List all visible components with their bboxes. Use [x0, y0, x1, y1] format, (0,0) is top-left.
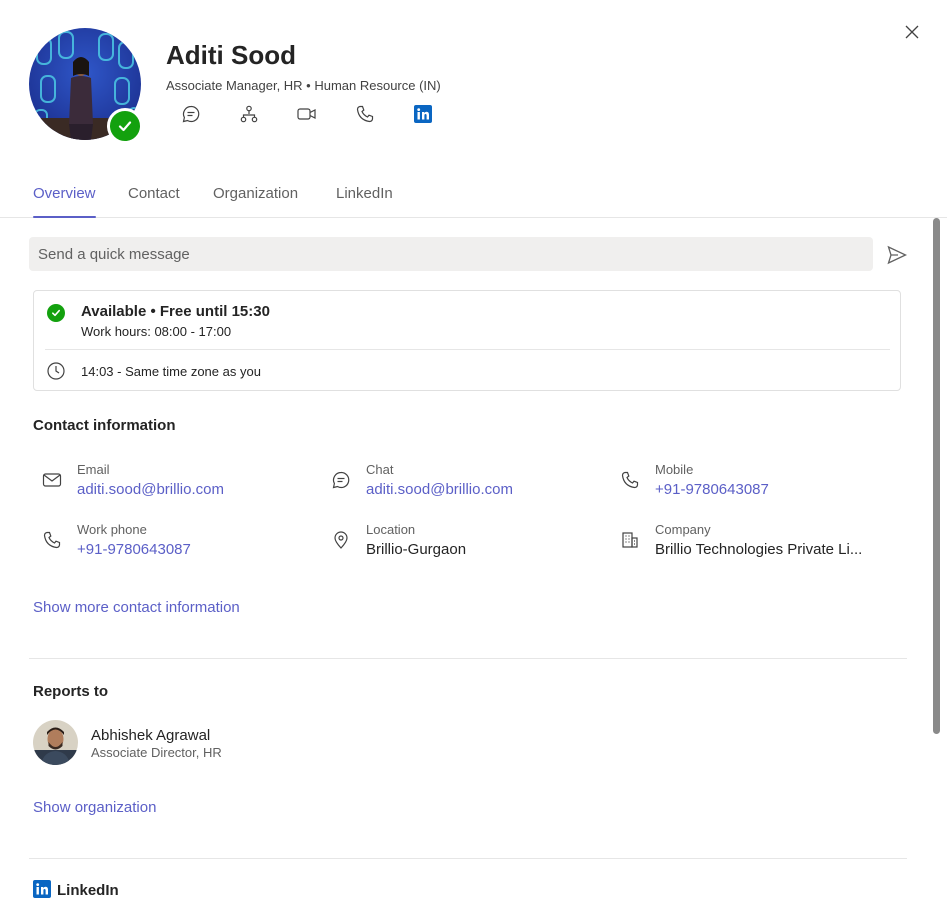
work-phone-link[interactable]: +91-9780643087 — [77, 541, 191, 558]
contact-label: Chat — [366, 462, 394, 477]
contact-label: Work phone — [77, 522, 147, 537]
contact-location: Location Brillio-Gurgaon — [331, 522, 591, 566]
phone-icon[interactable] — [354, 103, 376, 125]
tab-overview[interactable]: Overview — [33, 178, 96, 218]
manager-avatar[interactable] — [33, 720, 78, 765]
available-status-icon — [47, 304, 65, 322]
location-pin-icon — [334, 531, 348, 549]
close-button[interactable] — [900, 20, 924, 44]
tab-bar: Overview Contact Organization LinkedIn — [0, 178, 947, 218]
clock-icon — [47, 362, 65, 380]
tab-contact[interactable]: Contact — [128, 178, 180, 218]
quick-message-input[interactable] — [29, 237, 873, 271]
manager-title: Associate Director, HR — [91, 745, 222, 760]
contact-company: Company Brillio Technologies Private Li.… — [620, 522, 880, 566]
work-hours: Work hours: 08:00 - 17:00 — [81, 324, 232, 339]
send-button[interactable] — [886, 244, 908, 266]
profile-name: Aditi Sood — [166, 40, 296, 70]
availability-divider — [45, 349, 890, 350]
tab-organization[interactable]: Organization — [213, 178, 298, 218]
linkedin-logo-icon — [33, 880, 51, 898]
contact-label: Mobile — [655, 462, 694, 477]
tab-linkedin[interactable]: LinkedIn — [336, 178, 393, 218]
linkedin-section-title: LinkedIn — [57, 882, 119, 899]
contact-label: Company — [655, 522, 711, 537]
scrollbar-thumb[interactable] — [933, 218, 940, 734]
show-more-contact-link[interactable]: Show more contact information — [33, 599, 240, 616]
email-link[interactable]: aditi.sood@brillio.com — [77, 481, 224, 498]
chat-icon — [332, 471, 350, 489]
presence-available-badge — [107, 108, 143, 144]
send-icon — [887, 245, 908, 265]
building-icon — [622, 532, 638, 548]
contact-work-phone: Work phone +91-9780643087 — [42, 522, 302, 566]
availability-card: Available • Free until 15:30 Work hours:… — [33, 290, 901, 391]
contact-info-title: Contact information — [33, 417, 176, 434]
chat-icon[interactable] — [180, 103, 202, 125]
company-value: Brillio Technologies Private Li... — [655, 541, 863, 558]
reports-to-title: Reports to — [33, 683, 108, 700]
availability-status: Available • Free until 15:30 — [81, 303, 270, 320]
phone-icon — [621, 471, 639, 489]
phone-icon — [43, 531, 61, 549]
contact-email: Email aditi.sood@brillio.com — [42, 462, 302, 506]
chat-link[interactable]: aditi.sood@brillio.com — [366, 481, 513, 498]
mobile-link[interactable]: +91-9780643087 — [655, 481, 769, 498]
location-value: Brillio-Gurgaon — [366, 541, 467, 558]
contact-chat: Chat aditi.sood@brillio.com — [331, 462, 591, 506]
close-icon — [905, 25, 919, 39]
section-divider — [29, 658, 907, 659]
linkedin-icon[interactable] — [412, 103, 434, 125]
mail-icon — [42, 473, 62, 487]
video-call-icon[interactable] — [296, 103, 318, 125]
profile-card: Aditi Sood Associate Manager, HR • Human… — [0, 0, 947, 918]
profile-subtitle: Associate Manager, HR • Human Resource (… — [166, 78, 441, 93]
contact-label: Email — [77, 462, 110, 477]
section-divider — [29, 858, 907, 859]
contact-mobile: Mobile +91-9780643087 — [620, 462, 880, 506]
profile-avatar-container — [29, 28, 143, 144]
org-chart-icon[interactable] — [238, 103, 260, 125]
manager-name[interactable]: Abhishek Agrawal — [91, 727, 210, 744]
profile-actions — [180, 103, 470, 125]
local-time: 14:03 - Same time zone as you — [81, 364, 261, 379]
show-organization-link[interactable]: Show organization — [33, 799, 156, 816]
contact-label: Location — [366, 522, 416, 537]
